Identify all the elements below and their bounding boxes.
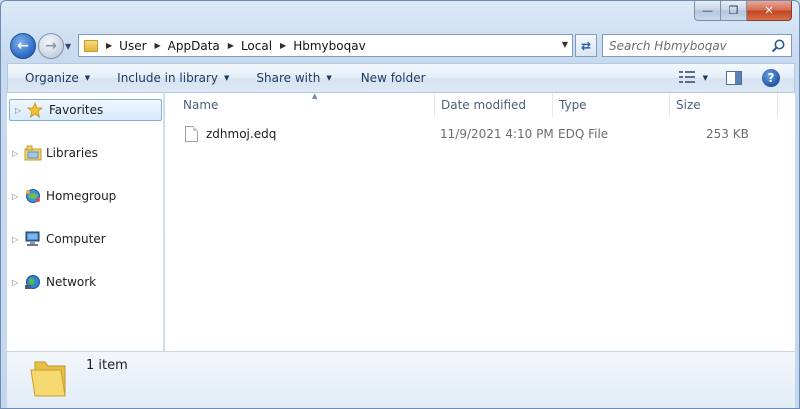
breadcrumb-hbmyboqav[interactable]: ▶ Hbmyboqav (272, 35, 366, 56)
folder-icon (84, 39, 98, 52)
chevron-down-icon: ▼ (326, 74, 332, 82)
include-in-library-menu[interactable]: Include in library ▼ (101, 64, 240, 92)
caption-buttons: — ❐ ✕ (694, 1, 792, 21)
chevron-right-icon[interactable]: ▶ (155, 41, 161, 50)
toolbar-right-group: ▼ ? (678, 64, 794, 92)
details-pane: 1 item (7, 351, 795, 408)
chevron-down-icon: ▼ (224, 74, 230, 82)
minimize-button[interactable]: — (694, 1, 721, 21)
nav-item-libraries[interactable]: ▷ Libraries (7, 142, 164, 164)
nav-item-homegroup[interactable]: ▷ Homegroup (7, 185, 164, 207)
arrow-right-icon: → (45, 38, 57, 54)
column-header-name[interactable]: ▲ Name (177, 92, 435, 117)
libraries-icon (24, 145, 42, 161)
refresh-button[interactable]: ⇄ (575, 34, 597, 57)
maximize-button[interactable]: ❐ (721, 1, 747, 21)
change-view-icon[interactable] (678, 71, 695, 85)
network-icon (24, 274, 42, 290)
file-icon (185, 126, 198, 142)
item-count: 1 item (86, 358, 128, 373)
expand-arrow-icon[interactable]: ▷ (15, 106, 25, 115)
expand-arrow-icon[interactable]: ▷ (12, 192, 22, 201)
nav-item-computer[interactable]: ▷ Computer (7, 228, 164, 250)
expand-arrow-icon[interactable]: ▷ (12, 149, 22, 158)
new-folder-button[interactable]: New folder (343, 64, 437, 92)
nav-item-network[interactable]: ▷ Network (7, 271, 164, 293)
file-row[interactable]: zdhmoj.edq 11/9/2021 4:10 PM EDQ File 25… (179, 123, 779, 145)
file-type-cell: EDQ File (558, 127, 609, 141)
forward-button[interactable]: → (38, 33, 64, 59)
recent-pages-dropdown[interactable]: ▼ (65, 42, 71, 51)
chevron-right-icon[interactable]: ▶ (228, 41, 234, 50)
file-date-cell: 11/9/2021 4:10 PM (440, 127, 554, 141)
search-input[interactable] (609, 35, 769, 56)
computer-icon (24, 231, 42, 247)
column-header-size[interactable]: Size (670, 93, 778, 117)
breadcrumb-user[interactable]: ▶ User (98, 35, 147, 56)
chevron-right-icon[interactable]: ▶ (280, 41, 286, 50)
organize-menu[interactable]: Organize ▼ (8, 64, 101, 92)
arrow-left-icon: ← (17, 38, 29, 54)
sort-ascending-icon: ▲ (312, 92, 318, 100)
refresh-icon: ⇄ (580, 38, 592, 53)
navigation-bar: ← → ▼ ▶ User ▶ AppData ▶ Local ▶ Hbmyboq… (1, 29, 799, 61)
address-bar[interactable]: ▶ User ▶ AppData ▶ Local ▶ Hbmyboqav ▼ (78, 34, 573, 57)
command-bar: Organize ▼ Include in library ▼ Share with… (7, 63, 795, 93)
breadcrumb-appdata[interactable]: ▶ AppData (147, 35, 220, 56)
share-with-menu[interactable]: Share with ▼ (240, 64, 342, 92)
navigation-pane: ▷ Favorites ▷ Libraries ▷ Homegroup ▷ Co… (7, 93, 164, 351)
nav-item-favorites[interactable]: ▷ Favorites (9, 99, 162, 121)
column-header-type[interactable]: Type (553, 93, 670, 117)
file-size-cell: 253 KB (706, 127, 749, 141)
file-name-cell[interactable]: zdhmoj.edq (185, 123, 276, 145)
back-button[interactable]: ← (10, 33, 36, 59)
star-icon (26, 101, 45, 118)
view-options-dropdown[interactable]: ▼ (703, 74, 708, 82)
chevron-down-icon: ▼ (84, 74, 91, 82)
close-button[interactable]: ✕ (747, 1, 792, 21)
address-dropdown-button[interactable]: ▼ (562, 40, 568, 49)
column-header-date-modified[interactable]: Date modified (435, 93, 553, 117)
expand-arrow-icon[interactable]: ▷ (12, 278, 22, 287)
folder-icon (30, 361, 66, 397)
file-list-pane: ▲ Name Date modified Type Size zdhmoj.ed… (165, 92, 795, 351)
homegroup-icon (24, 188, 42, 204)
breadcrumb-local[interactable]: ▶ Local (220, 35, 272, 56)
chevron-right-icon[interactable]: ▶ (106, 41, 112, 50)
expand-arrow-icon[interactable]: ▷ (12, 235, 22, 244)
search-box[interactable] (602, 34, 792, 57)
explorer-window: — ❐ ✕ ← → ▼ ▶ User ▶ AppData ▶ Local ▶ H… (0, 0, 800, 409)
preview-pane-icon[interactable] (726, 71, 742, 85)
help-icon[interactable]: ? (762, 69, 780, 87)
search-icon[interactable] (770, 38, 786, 54)
